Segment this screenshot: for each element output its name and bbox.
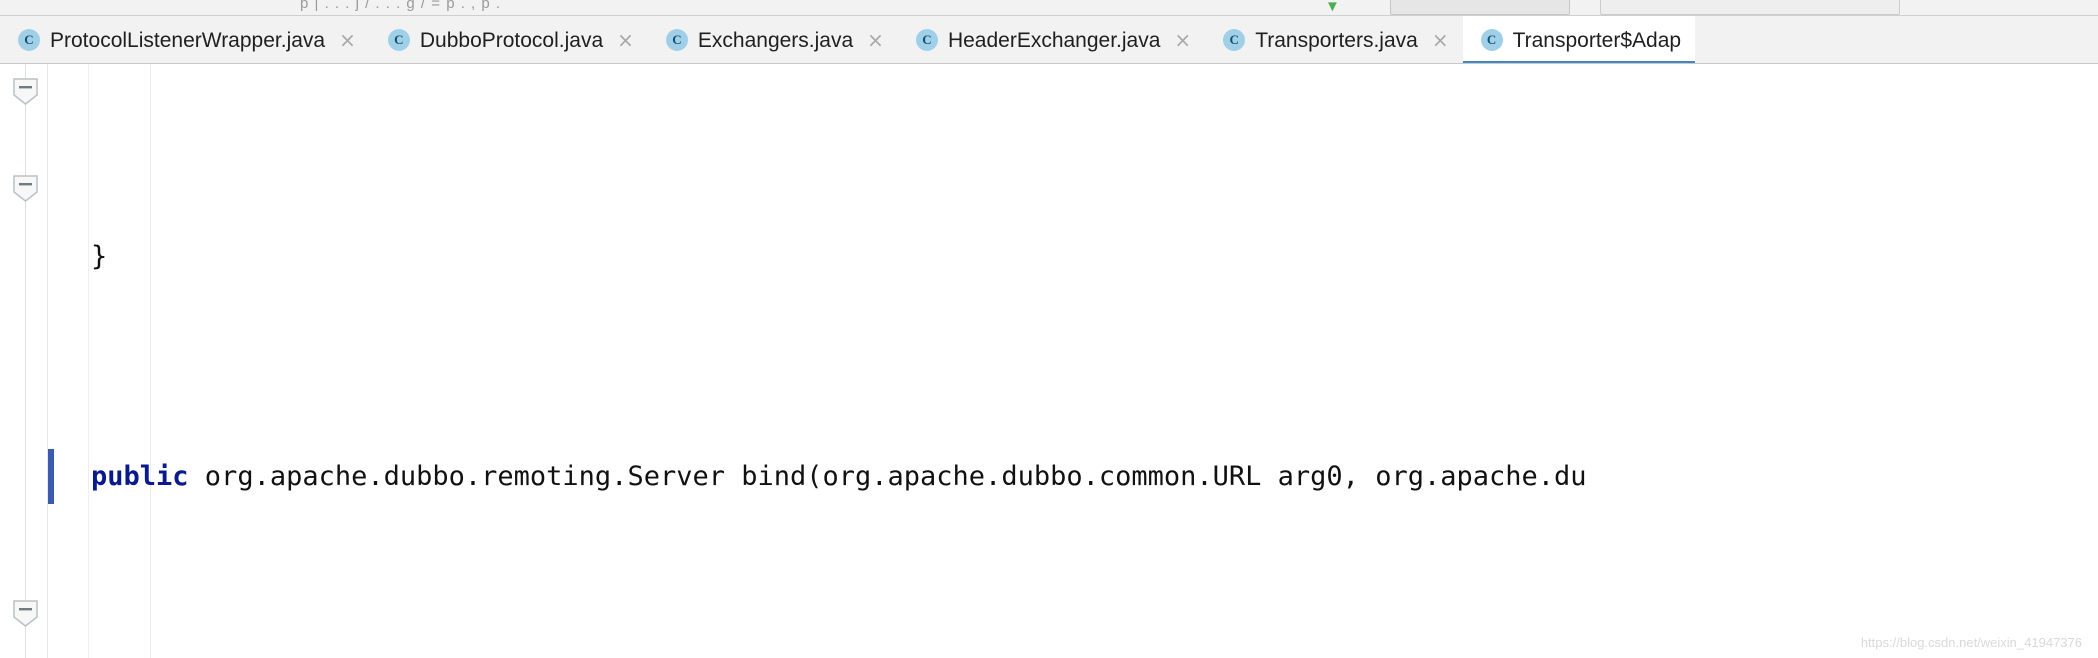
close-icon[interactable]: × — [1174, 30, 1191, 50]
java-class-icon: C — [665, 29, 688, 51]
editor-tab-dubboprotocol[interactable]: C DubboProtocol.java × — [369, 16, 648, 63]
tab-label: HeaderExchanger.java — [947, 28, 1161, 52]
run-configuration-chip[interactable] — [1390, 0, 1570, 15]
code-token-keyword: public — [91, 461, 189, 492]
code-content[interactable]: } public org.apache.dubbo.remoting.Serve… — [48, 64, 2098, 658]
watermark: https://blog.csdn.net/weixin_41947376 — [1860, 635, 2082, 650]
editor-tab-bar[interactable]: C ProtocolListenerWrapper.java × C Dubbo… — [0, 16, 2098, 64]
fold-collapse-icon[interactable] — [11, 77, 40, 106]
code-token-brace: } — [91, 241, 108, 272]
tab-label: ProtocolListenerWrapper.java — [50, 28, 326, 52]
breadcrumb: p | . . . j / . . . g / = p . , p . — [300, 0, 502, 12]
code-token-text: org.apache.dubbo.remoting.Server bind(or… — [188, 461, 1587, 492]
editor-gutter[interactable] — [0, 64, 48, 658]
code-line-1[interactable]: } — [48, 229, 2098, 284]
close-icon[interactable]: × — [617, 30, 634, 50]
editor-tab-protocollistenerwrapper[interactable]: C ProtocolListenerWrapper.java × — [0, 16, 370, 63]
run-green-arrow-icon[interactable]: ▼ — [1325, 0, 1340, 15]
fold-collapse-icon[interactable] — [11, 174, 40, 203]
close-icon[interactable]: × — [339, 30, 356, 50]
editor-tab-exchangers[interactable]: C Exchangers.java × — [647, 16, 898, 63]
search-everywhere-chip[interactable] — [1600, 0, 1900, 15]
gutter-divider — [25, 64, 26, 658]
tab-label: Transporter$Adap — [1512, 28, 1682, 52]
tab-label: Exchangers.java — [697, 28, 854, 52]
java-class-icon: C — [387, 29, 410, 51]
editor-tab-transporter-adaptive[interactable]: C Transporter$Adap — [1462, 16, 1696, 63]
java-class-icon: C — [18, 29, 40, 51]
code-editor[interactable]: } public org.apache.dubbo.remoting.Serve… — [0, 64, 2098, 658]
close-icon[interactable]: × — [867, 30, 884, 50]
toolbar-strip: p | . . . j / . . . g / = p . , p . ▼ ● — [0, 0, 2098, 16]
ide-window: p | . . . j / . . . g / = p . , p . ▼ ● … — [0, 0, 2098, 658]
java-class-icon: C — [915, 29, 938, 51]
tab-label: DubboProtocol.java — [419, 28, 604, 52]
tab-label: Transporters.java — [1255, 28, 1418, 52]
editor-tab-transporters[interactable]: C Transporters.java × — [1205, 16, 1463, 63]
red-annotation-text: 此时取的server值就是netty， 所以extension是NettyTra… — [343, 649, 1187, 658]
fold-collapse-icon[interactable] — [11, 599, 40, 628]
java-class-icon: C — [1223, 29, 1246, 51]
editor-tab-headerexchanger[interactable]: C HeaderExchanger.java × — [897, 16, 1206, 63]
code-line-2[interactable]: public org.apache.dubbo.remoting.Server … — [48, 449, 2098, 504]
close-icon[interactable]: × — [1432, 30, 1449, 50]
java-class-icon: C — [1480, 29, 1503, 51]
